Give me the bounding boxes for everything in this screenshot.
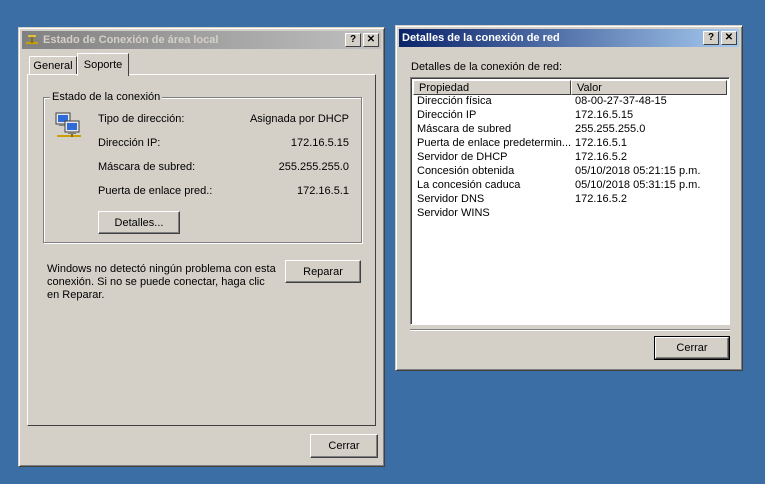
list-item[interactable]: Servidor DNS 172.16.5.2 (417, 193, 627, 207)
help-button[interactable]: ? (703, 31, 719, 45)
property-name: Servidor de DHCP (417, 151, 508, 163)
address-type-value: Asignada por DHCP (249, 113, 349, 125)
list-item[interactable]: Máscara de subred 255.255.255.0 (417, 123, 645, 137)
network-connection-icon (26, 35, 38, 44)
details-list[interactable]: Propiedad Valor Dirección física 08-00-2… (410, 77, 730, 325)
close-window-button[interactable]: ✕ (721, 31, 737, 45)
property-value: 172.16.5.15 (575, 109, 634, 121)
subnet-mask-value: 255.255.255.0 (278, 161, 349, 173)
close-button[interactable]: Cerrar (310, 434, 378, 458)
address-type-label: Tipo de dirección: (98, 113, 185, 125)
repair-message: Windows no detectó ningún problema con e… (47, 263, 276, 301)
status-window-title: Estado de Conexión de área local (43, 34, 219, 46)
column-header-propiedad[interactable]: Propiedad (413, 80, 571, 95)
property-value: 255.255.255.0 (575, 123, 646, 135)
details-button[interactable]: Detalles... (98, 211, 180, 234)
property-value: 172.16.5.1 (575, 137, 627, 149)
property-name: Concesión obtenida (417, 165, 515, 177)
property-name: Dirección IP (417, 109, 477, 121)
list-item[interactable]: Servidor de DHCP 172.16.5.2 (417, 151, 627, 165)
list-item[interactable]: Dirección física 08-00-27-37-48-15 (417, 95, 667, 109)
tab-general[interactable]: General (29, 56, 77, 75)
property-name: Máscara de subred (417, 123, 512, 135)
property-name: Dirección física (417, 95, 492, 107)
tab-panel-soporte: Estado de la conexión Tipo de dirección:… (27, 74, 376, 426)
details-window-titlebar[interactable]: Detalles de la conexión de red ? ✕ (399, 29, 739, 47)
list-item[interactable]: La concesión caduca 05/10/2018 05:31:15 … (417, 179, 700, 193)
property-value: 08-00-27-37-48-15 (575, 95, 667, 107)
list-header: Propiedad Valor (413, 80, 727, 95)
tab-soporte-label: Soporte (83, 59, 123, 71)
property-name: Servidor WINS (417, 207, 490, 219)
property-name: Servidor DNS (417, 193, 485, 205)
details-caption: Detalles de la conexión de red: (411, 61, 563, 73)
property-value: 05/10/2018 05:21:15 p.m. (575, 165, 701, 177)
details-window: Detalles de la conexión de red ? ✕ Detal… (395, 25, 743, 371)
details-window-title: Detalles de la conexión de red (402, 32, 560, 44)
help-button[interactable]: ? (345, 33, 361, 47)
list-item[interactable]: Dirección IP 172.16.5.15 (417, 109, 633, 123)
connection-status-group: Estado de la conexión Tipo de dirección:… (43, 91, 362, 243)
default-gateway-label: Puerta de enlace pred.: (98, 185, 213, 197)
status-window-titlebar[interactable]: Estado de Conexión de área local ? ✕ (22, 31, 381, 49)
network-computers-icon (55, 112, 81, 137)
status-window: Estado de Conexión de área local ? ✕ Gen… (18, 27, 385, 467)
divider (410, 329, 730, 331)
ip-address-label: Dirección IP: (98, 137, 161, 149)
close-window-button[interactable]: ✕ (363, 33, 379, 47)
group-title: Estado de la conexión (50, 91, 163, 103)
tab-soporte[interactable]: Soporte (77, 53, 129, 76)
close-button[interactable]: Cerrar (654, 336, 730, 360)
column-header-valor[interactable]: Valor (571, 80, 727, 95)
list-item[interactable]: Concesión obtenida 05/10/2018 05:21:15 p… (417, 165, 700, 179)
property-value: 172.16.5.2 (575, 193, 627, 205)
list-item[interactable]: Servidor WINS (417, 207, 575, 221)
repair-button[interactable]: Reparar (285, 260, 361, 283)
subnet-mask-label: Máscara de subred: (98, 161, 196, 173)
property-value: 05/10/2018 05:31:15 p.m. (575, 179, 701, 191)
ip-address-value: 172.16.5.15 (290, 137, 349, 149)
property-value: 172.16.5.2 (575, 151, 627, 163)
property-name: Puerta de enlace predetermin... (417, 137, 572, 149)
property-name: La concesión caduca (417, 179, 521, 191)
default-gateway-value: 172.16.5.1 (297, 185, 349, 197)
list-item[interactable]: Puerta de enlace predetermin... 172.16.5… (417, 137, 627, 151)
tab-general-label: General (33, 60, 73, 72)
